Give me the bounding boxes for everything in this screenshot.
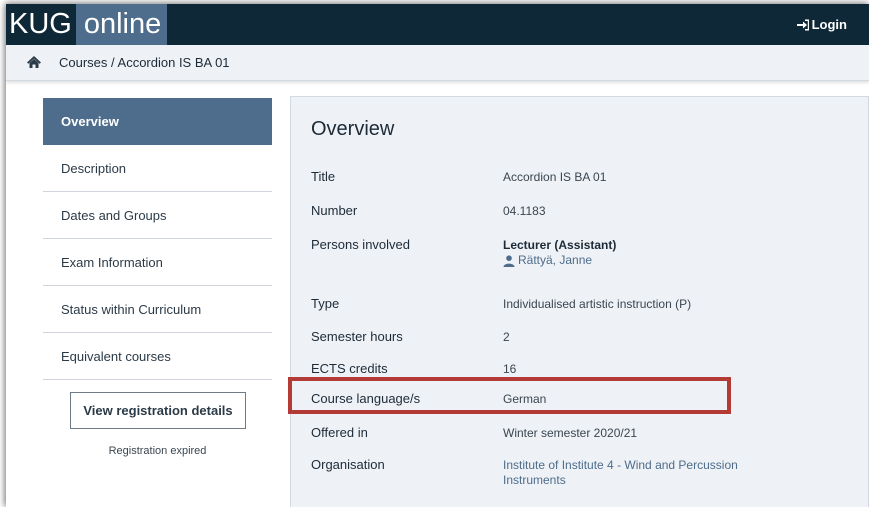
home-icon[interactable] <box>26 55 42 69</box>
course-language-highlight-box <box>288 377 731 414</box>
sidebar-item-description[interactable]: Description <box>43 145 272 192</box>
persons-involved-label: Persons involved <box>311 237 410 252</box>
sidebar: Overview Description Dates and Groups Ex… <box>43 98 272 457</box>
browser-frame: KUG online Login Courses / Accordion IS … <box>6 4 869 507</box>
offered-in-label: Offered in <box>311 425 368 440</box>
overview-panel: Overview Title Accordion IS BA 01 Number… <box>288 96 869 507</box>
panel-title: Overview <box>311 118 395 140</box>
top-bar: KUG online Login <box>6 4 869 45</box>
sidebar-item-equivalent-courses[interactable]: Equivalent courses <box>43 333 272 380</box>
sign-in-icon <box>796 19 809 30</box>
title-label: Title <box>311 169 336 184</box>
registration-status: Registration expired <box>108 445 207 457</box>
sidebar-item-dates-and-groups[interactable]: Dates and Groups <box>43 192 272 239</box>
organisation-link-line2[interactable]: Instruments <box>503 473 566 488</box>
logo-online-text: online <box>75 4 168 45</box>
view-registration-details-button[interactable]: View registration details <box>70 392 246 429</box>
persons-involved-role: Lecturer (Assistant) <box>503 238 617 252</box>
number-label: Number <box>311 203 358 218</box>
semester-hours-label: Semester hours <box>311 329 403 344</box>
person-name: Rättyä, Janne <box>518 253 593 267</box>
type-label: Type <box>311 296 340 311</box>
user-icon <box>503 254 515 267</box>
logo-kug-text: KUG <box>9 8 72 40</box>
sidebar-item-overview[interactable]: Overview <box>43 98 272 145</box>
logo[interactable]: KUG online <box>6 4 168 45</box>
offered-in-value: Winter semester 2020/21 <box>503 426 638 440</box>
number-value: 04.1183 <box>503 204 546 218</box>
login-label: Login <box>811 17 847 32</box>
title-value: Accordion IS BA 01 <box>503 170 607 184</box>
type-value: Individualised artistic instruction (P) <box>503 297 692 311</box>
organisation-link-line1[interactable]: Institute of Institute 4 - Wind and Perc… <box>503 458 738 473</box>
ects-credits-label: ECTS credits <box>311 361 388 376</box>
person-link[interactable]: Rättyä, Janne <box>503 253 592 268</box>
organisation-label: Organisation <box>311 457 385 472</box>
breadcrumb: Courses / Accordion IS BA 01 <box>6 45 869 81</box>
semester-hours-value: 2 <box>503 330 510 344</box>
ects-credits-value: 16 <box>503 362 517 376</box>
login-button[interactable]: Login <box>796 17 847 32</box>
sidebar-item-status-within-curriculum[interactable]: Status within Curriculum <box>43 286 272 333</box>
breadcrumb-text: Courses / Accordion IS BA 01 <box>59 55 230 70</box>
sidebar-item-exam-information[interactable]: Exam Information <box>43 239 272 286</box>
